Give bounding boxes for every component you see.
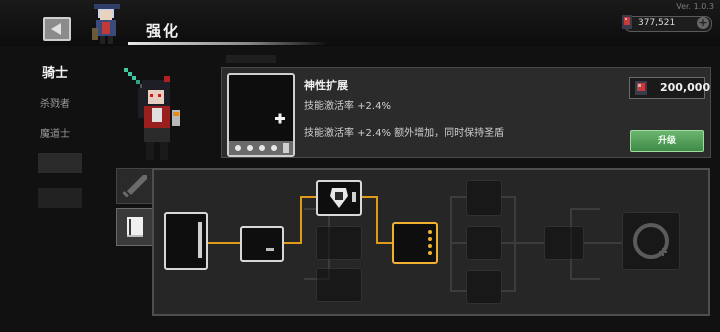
skill-node-tier4-locked[interactable] [466,180,502,216]
shield-icon [330,188,356,208]
cost-value: 200,000 [660,81,711,94]
active-path [284,242,300,244]
level-dot [247,145,253,151]
upgrade-button[interactable]: 升级 [630,130,704,152]
tree-connector [570,278,600,280]
class-tab-locked[interactable] [38,188,82,208]
skill-name: 神性扩展 [304,79,348,92]
currency-value: 377,521 [638,18,676,28]
gem-icon [635,81,647,95]
sword-icon [122,175,147,198]
skill-tree-panel [152,168,710,316]
skill-node-tier2-locked[interactable] [316,226,362,260]
tree-connector [450,290,466,292]
add-currency-button[interactable]: + [697,17,709,29]
class-tab-mage[interactable]: 魔道士 [0,125,110,140]
skill-node-tier1[interactable] [240,226,284,262]
skill-description-line2: 技能激活率 +2.4% 额外增加，同时保持圣盾 [304,128,505,139]
skill-node-root[interactable] [164,212,208,270]
tab-skill-book[interactable] [116,208,154,246]
version-label: Ver. 1.0.3 [676,2,714,11]
tree-connector [584,242,622,244]
crescent-icon [250,234,274,254]
level-bar [283,143,289,153]
active-path [376,196,378,244]
tree-connector [516,242,544,244]
tree-connector [450,196,466,198]
skill-node-tier5-locked[interactable] [544,226,584,260]
class-tab-slayer[interactable]: 杀戮者 [0,95,110,110]
crescent-icon [170,222,202,258]
active-path [376,242,392,244]
book-icon [127,217,143,237]
crescent-icon [239,87,285,127]
skill-node-tier2-locked[interactable] [316,268,362,302]
skill-node-final-locked[interactable] [622,212,680,270]
skill-node-tier2-shield[interactable] [316,180,362,216]
tree-connector [500,242,516,244]
crescent-icon [399,230,432,255]
tree-connector [514,196,516,292]
tree-connector [500,196,516,198]
level-dot [235,145,241,151]
skill-node-tier3-selected[interactable] [392,222,438,264]
active-path [300,196,302,244]
ring-icon [633,223,669,259]
tree-connector [450,196,452,292]
level-dot [259,145,265,151]
title-underline [128,42,328,45]
hero-character [124,68,180,160]
active-path [208,242,240,244]
class-tab-knight[interactable]: 骑士 [0,62,110,81]
gem-icon [622,15,632,29]
skill-node-tier4-locked[interactable] [466,270,502,304]
page-title: 强化 [146,22,181,40]
skill-level-dots [229,141,293,155]
level-dot [271,145,277,151]
class-tab-locked[interactable] [38,153,82,173]
back-arrow-icon [51,23,61,35]
tab-weapon[interactable] [116,168,154,204]
tree-connector [570,208,600,210]
skill-description-line1: 技能激活率 +2.4% [304,101,391,112]
tree-connector [450,242,466,244]
back-button[interactable] [43,17,71,41]
tree-connector [500,290,516,292]
character-portrait [92,4,120,44]
skill-node-tier4-locked[interactable] [466,226,502,260]
skill-tag [226,55,276,63]
